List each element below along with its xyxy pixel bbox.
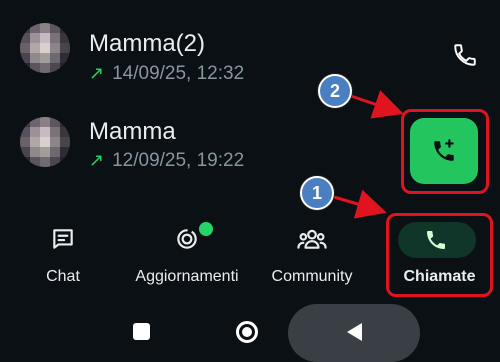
tab-calls[interactable]: Chiamate	[386, 210, 493, 298]
add-call-icon	[434, 139, 454, 161]
call-meta: ↗ 12/09/25, 19:22	[89, 150, 244, 172]
home-circle-inner	[242, 327, 252, 337]
recents-square-icon[interactable]	[133, 323, 150, 340]
community-icon	[297, 229, 327, 249]
tab-label: Community	[271, 268, 353, 285]
phone-icon[interactable]	[452, 42, 478, 68]
annotation-badge-2: 2	[318, 74, 352, 108]
tab-chat[interactable]: Chat	[25, 210, 101, 298]
avatar[interactable]	[20, 23, 70, 73]
contact-name: Mamma	[89, 118, 176, 145]
call-meta: ↗ 14/09/25, 12:32	[89, 63, 244, 85]
call-row[interactable]: Mamma(2) ↗ 14/09/25, 12:32	[0, 0, 500, 100]
tab-label: Chat	[46, 268, 80, 285]
chat-icon	[53, 229, 73, 249]
tab-community[interactable]: Community	[262, 210, 362, 298]
tab-label: Aggiornamenti	[135, 268, 239, 285]
tab-label: Chiamate	[403, 268, 476, 285]
phone-icon	[427, 231, 445, 249]
tab-updates[interactable]: Aggiornamenti	[126, 210, 248, 298]
avatar[interactable]	[20, 117, 70, 167]
annotation-badge-1: 1	[300, 176, 334, 210]
contact-name: Mamma(2)	[89, 30, 206, 57]
bottom-nav: Chat Aggiornamenti Community Chiamate	[0, 210, 500, 298]
new-call-button[interactable]	[410, 118, 478, 184]
back-triangle-icon[interactable]	[344, 321, 364, 343]
outgoing-arrow-icon: ↗	[89, 63, 105, 83]
outgoing-arrow-icon: ↗	[89, 150, 105, 170]
status-icon	[177, 229, 197, 249]
call-timestamp: 14/09/25, 12:32	[112, 63, 245, 84]
call-timestamp: 12/09/25, 19:22	[112, 150, 245, 171]
